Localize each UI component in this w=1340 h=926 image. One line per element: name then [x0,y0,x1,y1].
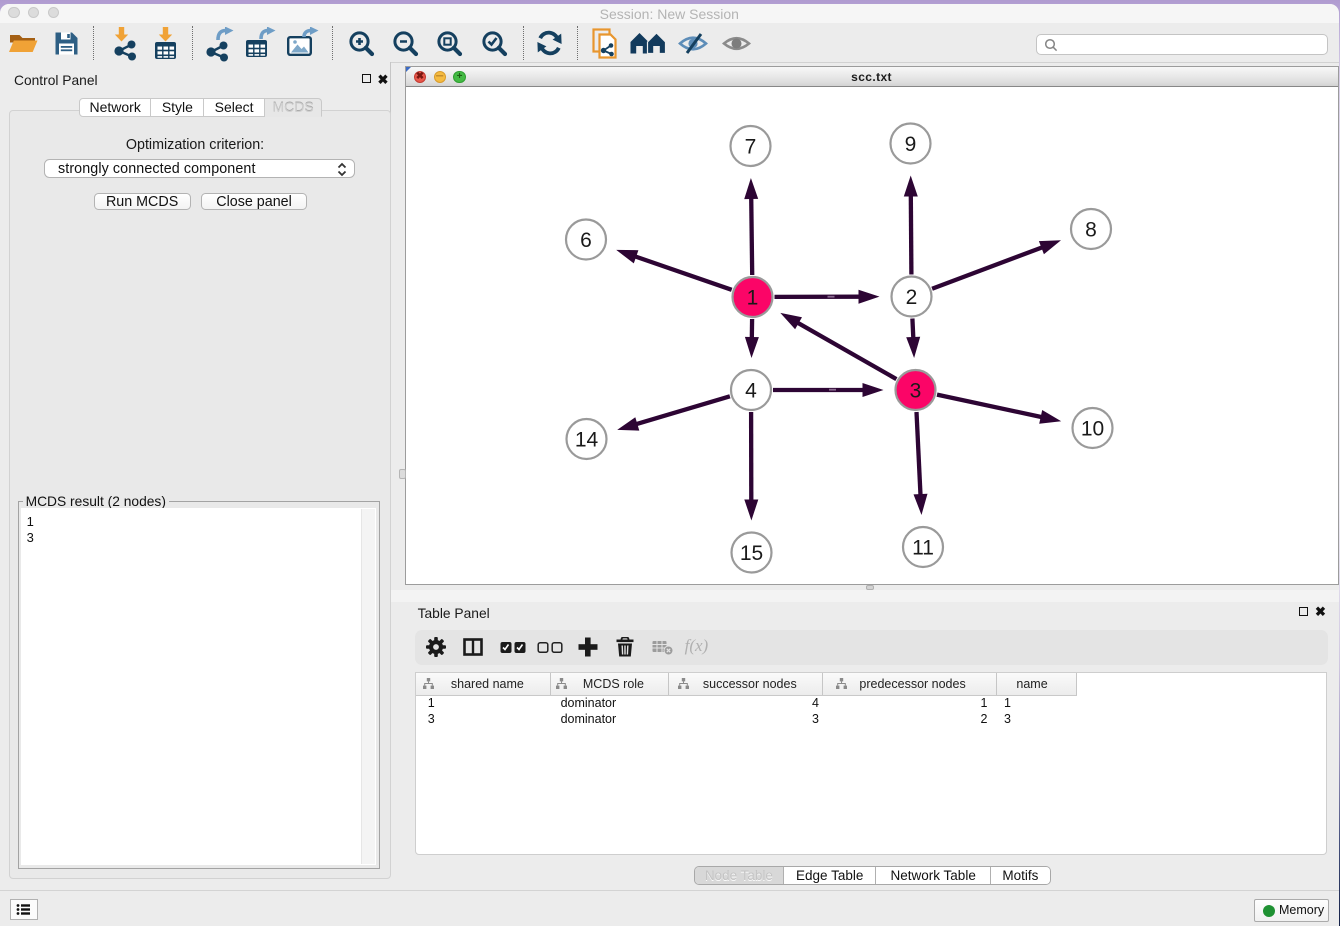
svg-text:6: 6 [580,229,592,252]
svg-text:1: 1 [746,287,758,310]
svg-text:7: 7 [744,136,756,159]
svg-text:9: 9 [904,133,916,156]
svg-text:3: 3 [909,380,921,403]
svg-text:4: 4 [745,380,757,403]
svg-text:15: 15 [739,542,762,565]
svg-text:11: 11 [912,537,934,560]
svg-text:14: 14 [574,429,598,452]
svg-text:8: 8 [1085,219,1097,242]
svg-text:10: 10 [1080,418,1103,441]
svg-text:2: 2 [905,286,917,309]
